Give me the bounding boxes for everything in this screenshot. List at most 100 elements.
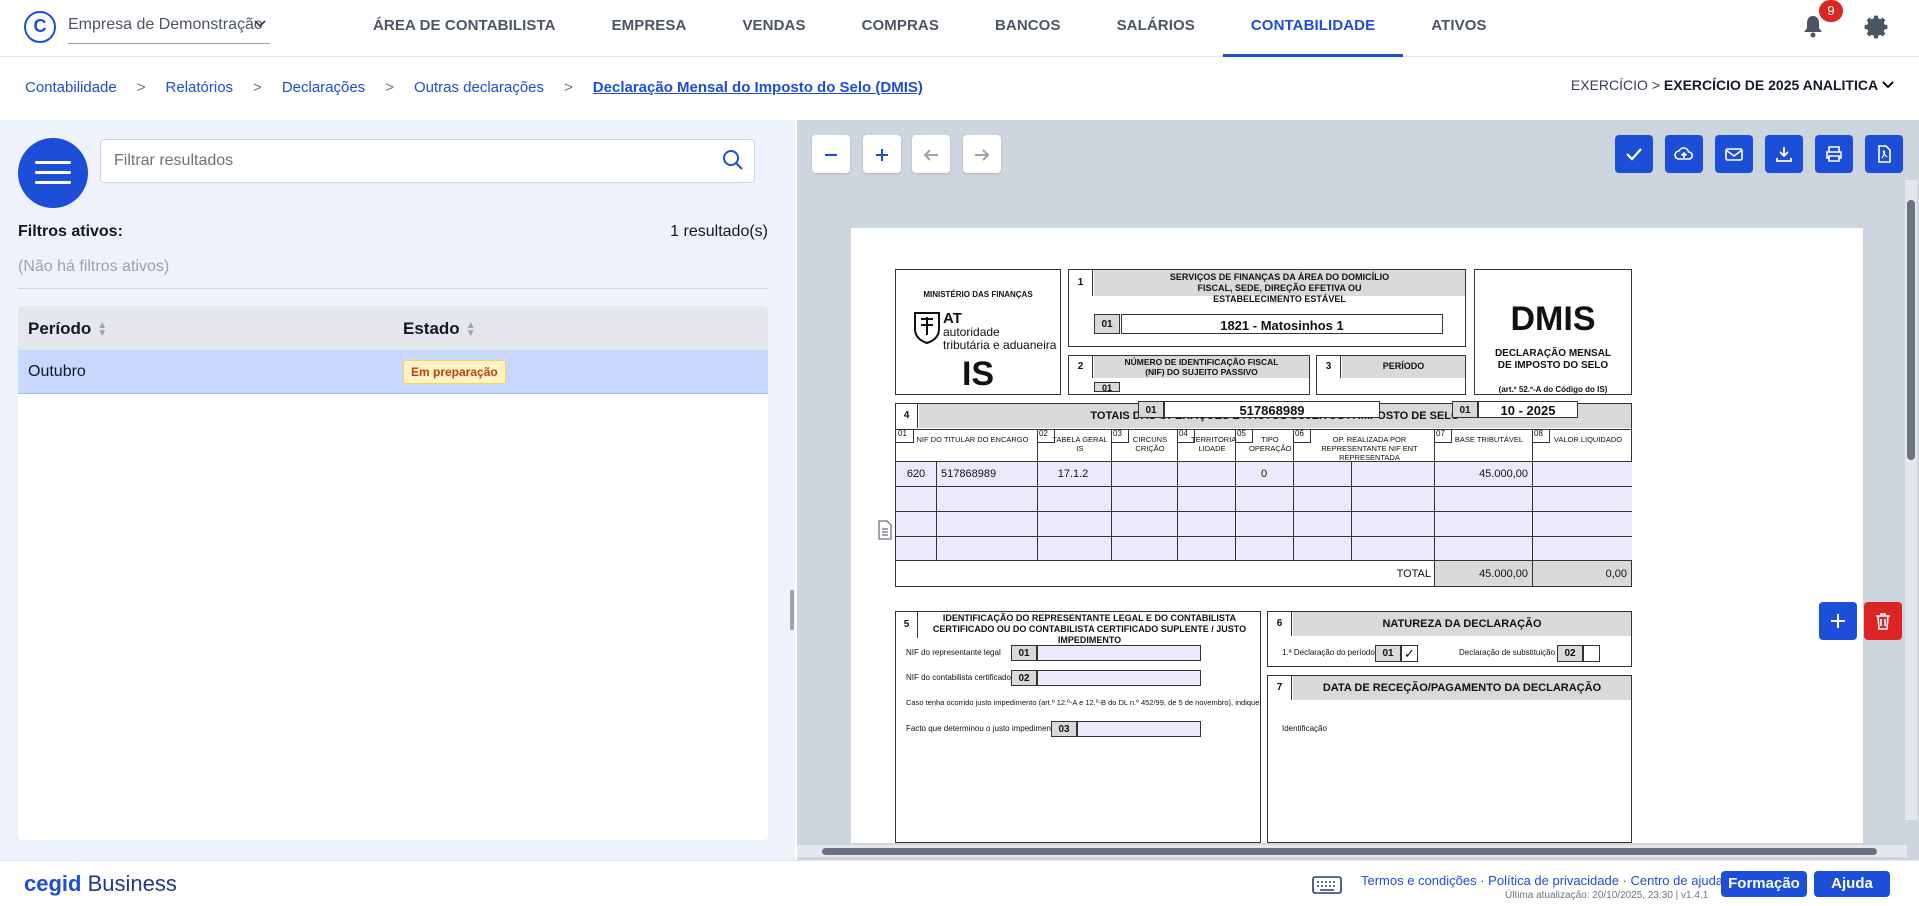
sort-icon[interactable]: ▲ ▼ xyxy=(466,320,476,338)
breadcrumb-contabilidade[interactable]: Contabilidade xyxy=(25,79,117,96)
zoom-in-button[interactable] xyxy=(863,135,901,173)
column-estado[interactable]: Estado ▲ ▼ xyxy=(393,306,768,350)
table-row[interactable]: Outubro Em preparação xyxy=(18,350,768,394)
q4-col-divider xyxy=(1177,429,1178,560)
filter-input[interactable]: Filtrar resultados xyxy=(100,139,755,183)
q2-field[interactable]: 517868989 xyxy=(1164,401,1380,418)
divider xyxy=(18,288,768,289)
footer: cegid Business Termos e condições · Polí… xyxy=(0,860,1919,906)
formacao-button[interactable]: Formação xyxy=(1721,871,1807,897)
add-row-button[interactable] xyxy=(1819,602,1857,640)
cloud-upload-icon xyxy=(1674,147,1694,160)
next-button[interactable] xyxy=(963,135,1001,173)
nav-compras[interactable]: COMPRAS xyxy=(834,0,967,57)
q4-row-divider xyxy=(896,511,1632,512)
sort-icon[interactable]: ▲ ▼ xyxy=(97,320,107,338)
q6-title: NATUREZA DA DECLARAÇÃO xyxy=(1293,612,1631,636)
download-button[interactable] xyxy=(1765,135,1803,173)
q4-col-divider xyxy=(1235,429,1236,560)
q4-row-tipo[interactable]: 0 xyxy=(1235,468,1293,481)
ajuda-button[interactable]: Ajuda xyxy=(1814,871,1890,897)
nav-contabilidade[interactable]: CONTABILIDADE xyxy=(1222,0,1404,57)
nav-area-contabilista[interactable]: ÁREA DE CONTABILISTA xyxy=(345,0,584,57)
panel-splitter-handle[interactable] xyxy=(790,590,794,630)
q3-code-box: 01 xyxy=(1452,401,1478,418)
print-button[interactable] xyxy=(1815,135,1853,173)
breadcrumb-relatorios[interactable]: Relatórios xyxy=(166,79,234,96)
brand-product: Business xyxy=(87,871,177,896)
search-icon[interactable] xyxy=(722,149,744,176)
exercise-selector[interactable]: EXERCÍCIO > EXERCÍCIO DE 2025 ANALITICA xyxy=(1571,77,1894,93)
dmis-subtitle: DECLARAÇÃO MENSAL DE IMPOSTO DO SELO xyxy=(1494,348,1612,371)
q4-col-divider xyxy=(1434,429,1435,586)
q4-total-label: TOTAL xyxy=(1396,568,1431,580)
q2-code-box: 01 xyxy=(1138,401,1164,418)
breadcrumb-outras-declaracoes[interactable]: Outras declarações xyxy=(414,79,544,96)
q4-row-tabela[interactable]: 17.1.2 xyxy=(1037,468,1109,481)
q5-impediment-field[interactable] xyxy=(1077,721,1201,737)
q7-identification-label: Identificação xyxy=(1282,724,1327,733)
company-name: Empresa de Demonstração xyxy=(68,16,263,33)
q5-cc-field[interactable] xyxy=(1037,670,1201,686)
q4-row-divider xyxy=(896,486,1632,487)
q4-row-code: 620 xyxy=(906,468,926,480)
zoom-out-button[interactable] xyxy=(812,135,850,173)
company-selector[interactable]: Empresa de Demonstração xyxy=(68,16,270,44)
app-logo[interactable]: C xyxy=(24,11,56,43)
q1-field[interactable]: 1821 - Matosinhos 1 xyxy=(1121,314,1443,334)
nav-vendas[interactable]: VENDAS xyxy=(714,0,833,57)
q4-row-base[interactable]: 45.000,00 xyxy=(1434,468,1528,481)
last-updated: Última atualização: 20/10/2025, 23:30 | … xyxy=(1505,890,1709,901)
q3-field[interactable]: 10 - 2025 xyxy=(1478,401,1578,418)
download-icon xyxy=(1776,147,1792,162)
nav-ativos[interactable]: ATIVOS xyxy=(1403,0,1514,57)
gear-icon[interactable] xyxy=(1863,14,1889,40)
pdf-button[interactable] xyxy=(1865,135,1903,173)
nav-bancos[interactable]: BANCOS xyxy=(967,0,1089,57)
q5-impediment-label: Facto que determinou o justo impedimento xyxy=(906,724,1058,733)
q7-number: 7 xyxy=(1268,676,1292,700)
q6-sub-label: Declaração de substituição xyxy=(1459,648,1556,657)
dmis-reference: (art.º 52.º-A do Código do IS) xyxy=(1498,385,1608,394)
keyboard-icon[interactable] xyxy=(1312,876,1342,899)
q4-row-nif[interactable]: 517868989 xyxy=(941,468,996,481)
nav-salarios[interactable]: SALÁRIOS xyxy=(1089,0,1223,57)
main-nav: ÁREA DE CONTABILISTA EMPRESA VENDAS COMP… xyxy=(345,0,1515,57)
q1-number: 1 xyxy=(1069,270,1093,296)
q6-number: 6 xyxy=(1268,612,1292,636)
chevron-down-icon xyxy=(1882,77,1894,93)
vertical-scroll-thumb[interactable] xyxy=(1907,200,1915,460)
q6-sub-code: 02 xyxy=(1557,645,1583,662)
chevron-right-icon: > xyxy=(385,79,394,96)
q2-code: 01 xyxy=(1094,382,1120,393)
q6-first-checkbox[interactable]: ✓ xyxy=(1401,645,1418,662)
send-email-button[interactable] xyxy=(1715,135,1753,173)
q4-col-title: VALOR LIQUIDADO xyxy=(1553,435,1623,444)
q5-rep-field[interactable] xyxy=(1037,645,1201,661)
vertical-scrollbar[interactable] xyxy=(1905,180,1917,820)
q4-col-title: CIRCUNS CRIÇÃO xyxy=(1132,435,1168,453)
previous-button[interactable] xyxy=(912,135,950,173)
column-periodo[interactable]: Período ▲ ▼ xyxy=(18,306,393,350)
delete-row-button[interactable] xyxy=(1864,602,1902,640)
nav-empresa[interactable]: EMPRESA xyxy=(584,0,715,57)
upload-button[interactable] xyxy=(1665,135,1703,173)
document-icon[interactable] xyxy=(877,520,893,545)
q3-title: PERÍODO xyxy=(1342,356,1465,378)
q5-rep-code: 01 xyxy=(1011,645,1037,661)
validate-button[interactable] xyxy=(1615,135,1653,173)
horizontal-scrollbar[interactable] xyxy=(797,845,1907,857)
q5-rep-label: NIF do representante legal xyxy=(906,648,1001,657)
exercise-value: EXERCÍCIO DE 2025 ANALITICA xyxy=(1663,77,1879,93)
results-count: 1 resultado(s) xyxy=(670,223,768,240)
menu-button[interactable] xyxy=(18,138,88,208)
q3-number: 3 xyxy=(1317,356,1341,378)
cell-estado: Em preparação xyxy=(393,350,768,393)
q5-cc-label: NIF do contabilista certificado xyxy=(906,673,1011,682)
footer-links[interactable]: Termos e condições · Política de privaci… xyxy=(1361,873,1723,888)
breadcrumb-current[interactable]: Declaração Mensal do Imposto do Selo (DM… xyxy=(593,79,923,96)
horizontal-scroll-thumb[interactable] xyxy=(822,848,1877,855)
q6-sub-checkbox[interactable] xyxy=(1583,645,1600,662)
breadcrumb-declaracoes[interactable]: Declarações xyxy=(282,79,365,96)
trash-icon xyxy=(1876,613,1890,630)
